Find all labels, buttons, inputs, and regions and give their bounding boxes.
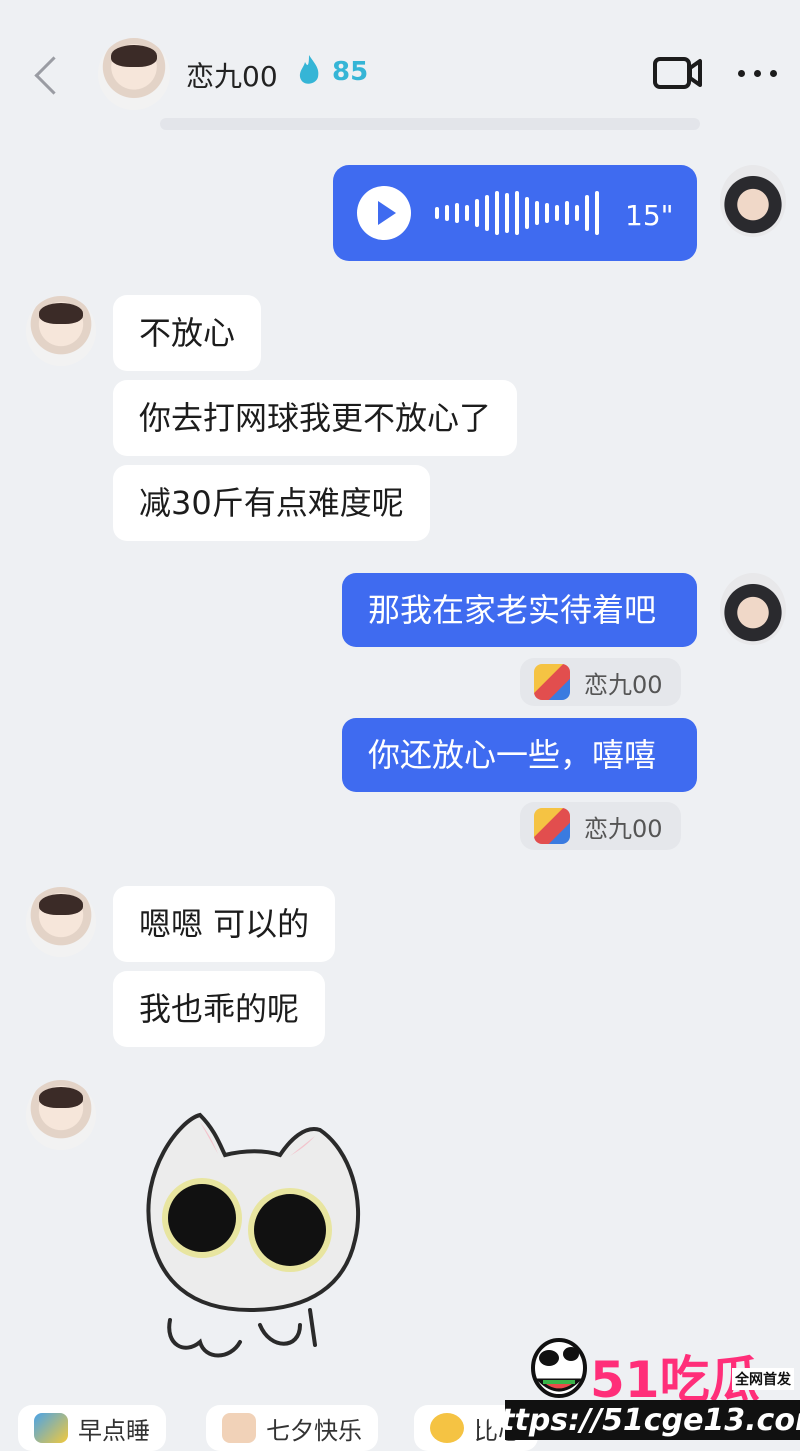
quick-reply-label: 七夕快乐 xyxy=(266,1416,362,1445)
message-bubble[interactable]: 我也乖的呢 xyxy=(113,971,326,1047)
streak-fire-icon xyxy=(299,55,319,84)
hand-icon xyxy=(222,1413,256,1443)
contact-avatar[interactable] xyxy=(98,38,170,110)
reaction-user: 恋九00 xyxy=(584,814,663,843)
message-bubble[interactable]: 你还放心一些，嘻嘻 xyxy=(342,718,697,792)
message-bubble[interactable]: 减30斤有点难度呢 xyxy=(113,465,430,541)
message-bubble[interactable]: 你去打网球我更不放心了 xyxy=(113,380,518,456)
self-avatar[interactable] xyxy=(720,573,786,645)
self-avatar[interactable] xyxy=(720,165,786,237)
heart-hand-icon xyxy=(430,1413,464,1443)
reaction-chip[interactable]: 恋九00 xyxy=(520,658,681,706)
voice-duration: 15" xyxy=(625,199,674,232)
cat-sticker[interactable] xyxy=(130,1110,370,1370)
message-bubble[interactable]: 嗯嗯 可以的 xyxy=(113,886,336,962)
hug-emoji-icon xyxy=(534,808,570,844)
contact-name[interactable]: 恋九00 xyxy=(186,55,278,95)
hug-emoji-icon xyxy=(534,664,570,700)
chat-header: 恋九00 85 xyxy=(0,0,800,130)
quick-reply-label: 早点睡 xyxy=(78,1416,150,1445)
message-bubble[interactable]: 那我在家老实待着吧 xyxy=(342,573,697,647)
quick-reply-chip[interactable]: 七夕快乐 xyxy=(206,1405,378,1451)
back-chevron-icon[interactable] xyxy=(30,50,70,100)
video-call-icon[interactable] xyxy=(652,55,704,91)
contact-avatar[interactable] xyxy=(26,887,96,957)
watermark-url: https://51cge13.com xyxy=(479,1400,800,1440)
streak-count: 85 xyxy=(332,57,369,87)
watermark: 51吃瓜 全网首发 https://51cge13.com xyxy=(479,1330,800,1446)
waveform-icon xyxy=(435,191,599,235)
message-bubble[interactable]: 不放心 xyxy=(113,295,262,371)
watermark-tag: 全网首发 xyxy=(732,1368,794,1390)
more-options-icon[interactable] xyxy=(734,55,780,91)
quick-reply-chip[interactable]: 早点睡 xyxy=(18,1405,166,1451)
reaction-chip[interactable]: 恋九00 xyxy=(520,802,681,850)
contact-avatar[interactable] xyxy=(26,296,96,366)
moon-icon xyxy=(34,1413,68,1443)
voice-message[interactable]: 15" xyxy=(333,165,697,261)
header-divider xyxy=(160,118,700,130)
reaction-user: 恋九00 xyxy=(584,670,663,699)
play-icon[interactable] xyxy=(357,186,411,240)
contact-avatar[interactable] xyxy=(26,1080,96,1150)
cow-mascot-icon xyxy=(531,1338,587,1398)
